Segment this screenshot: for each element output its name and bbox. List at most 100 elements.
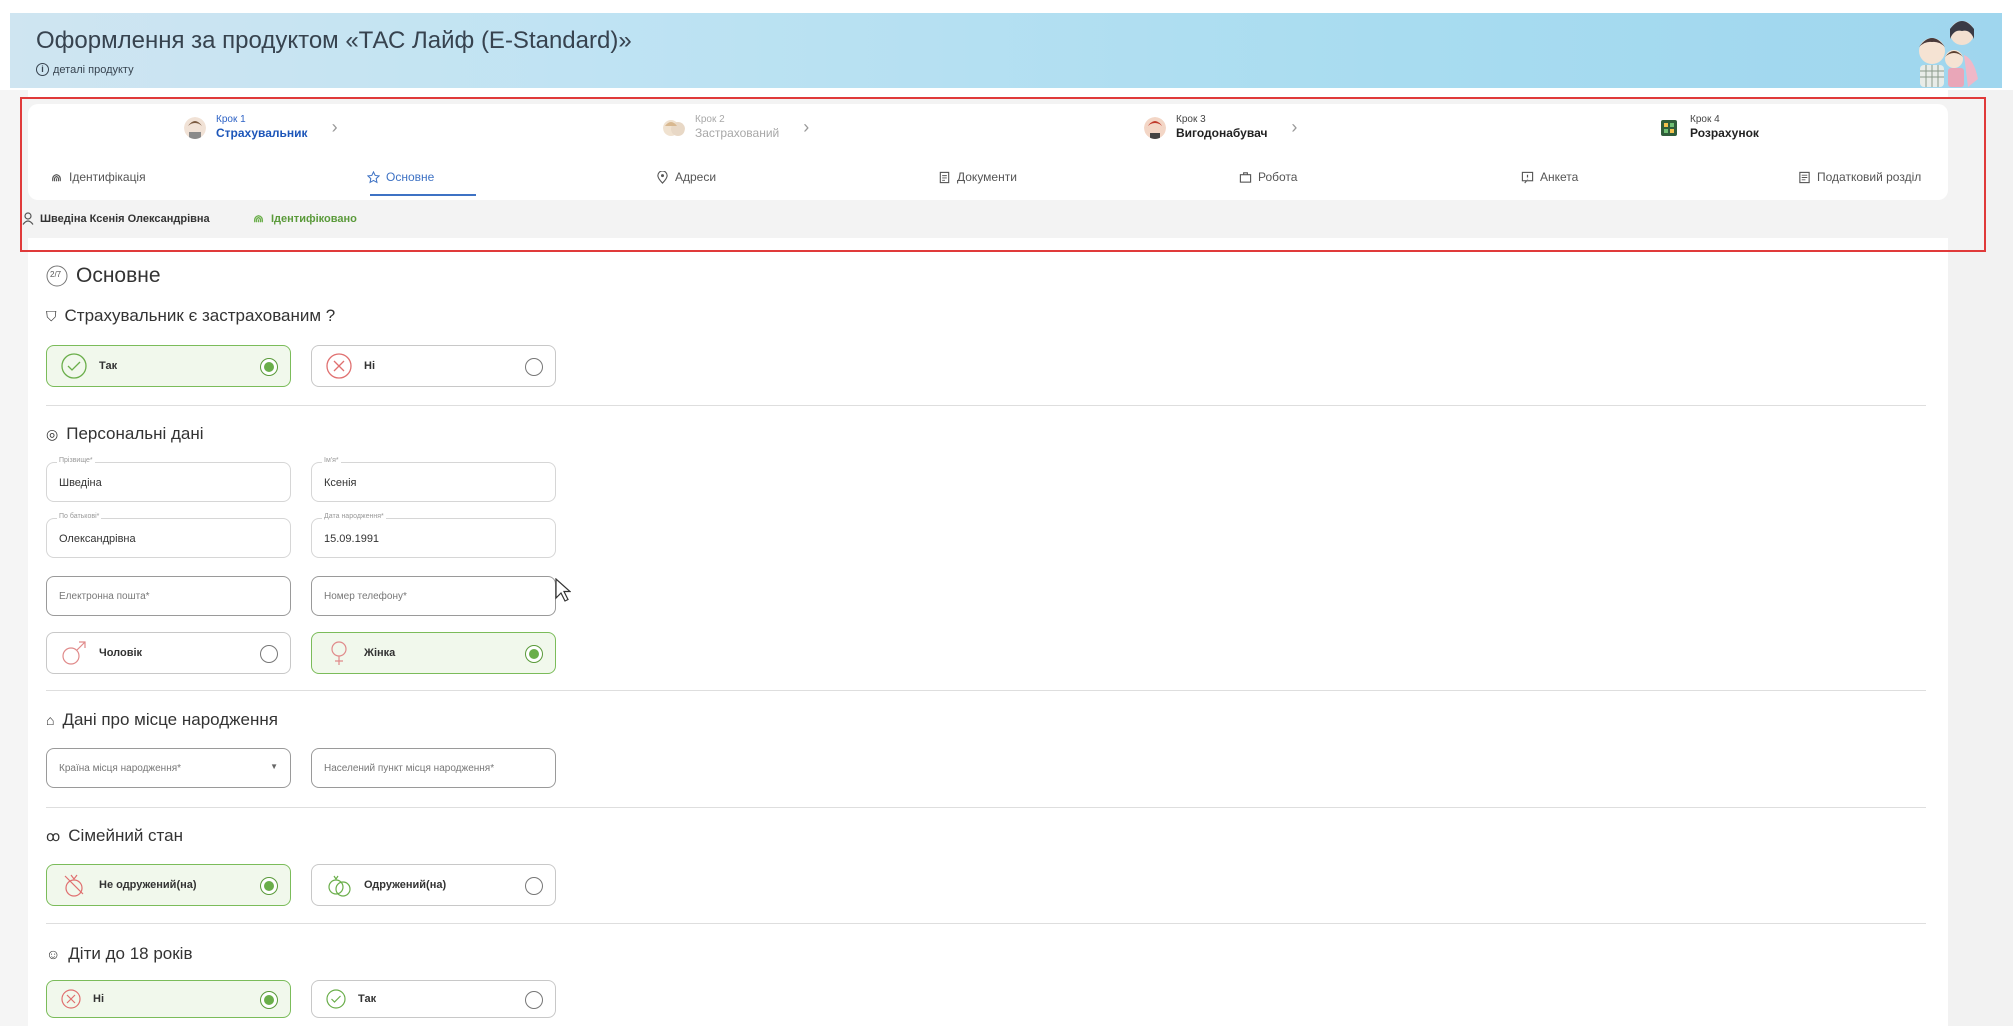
header-banner: Оформлення за продуктом «ТАС Лайф (E-Sta… bbox=[10, 13, 2002, 88]
step-4-name: Розрахунок bbox=[1690, 126, 1759, 140]
surname-field[interactable]: Прізвище* Шведіна bbox=[46, 457, 291, 502]
marital-heading: ꝏ Сімейний стан bbox=[46, 826, 183, 846]
policyholder-avatar-icon bbox=[184, 116, 206, 139]
patronymic-field[interactable]: По батькові* Олександрівна bbox=[46, 513, 291, 558]
product-details-link[interactable]: i деталі продукту bbox=[36, 63, 134, 76]
tab-documents[interactable]: Документи bbox=[938, 168, 1017, 186]
page-title: Оформлення за продуктом «ТАС Лайф (E-Sta… bbox=[36, 27, 632, 54]
email-field[interactable]: Електронна пошта* bbox=[46, 576, 291, 616]
chevron-right-icon: › bbox=[331, 117, 338, 137]
tab-questionnaire[interactable]: Анкета bbox=[1521, 168, 1578, 186]
birth-city-placeholder: Населений пункт місця народження* bbox=[324, 763, 495, 774]
marital-title: Сімейний стан bbox=[68, 826, 183, 845]
children-heading: ☺ Діти до 18 років bbox=[46, 944, 192, 964]
identification-status: Ідентифіковано bbox=[271, 212, 357, 225]
male-symbol-icon bbox=[61, 640, 87, 666]
birth-city-field[interactable]: Населений пункт місця народження* bbox=[311, 748, 556, 788]
children-title: Діти до 18 років bbox=[68, 944, 193, 963]
step-counter: 2/7 bbox=[50, 270, 62, 279]
phone-field[interactable]: Номер телефону* bbox=[311, 576, 556, 616]
insured-avatar-icon bbox=[663, 119, 685, 136]
step-2[interactable]: Крок 2 Застрахований › bbox=[663, 114, 809, 141]
tab-identification[interactable]: Ідентифікація bbox=[50, 168, 146, 186]
surname-value: Шведіна bbox=[59, 477, 102, 489]
gender-male-option[interactable]: Чоловік bbox=[46, 632, 291, 674]
first-name-field[interactable]: Ім'я* Ксенія bbox=[311, 457, 556, 502]
surname-label: Прізвище* bbox=[57, 457, 95, 464]
info-icon: i bbox=[36, 63, 49, 76]
tab-tax-label: Податковий розділ bbox=[1817, 170, 1922, 184]
step-1[interactable]: Крок 1 Страхувальник › bbox=[184, 114, 338, 141]
radio-button[interactable] bbox=[525, 991, 543, 1009]
radio-button[interactable] bbox=[260, 991, 278, 1009]
patronymic-value: Олександрівна bbox=[59, 533, 136, 545]
questionnaire-icon bbox=[1521, 171, 1534, 183]
identification-status-badge: Ідентифіковано bbox=[252, 212, 357, 225]
gender-female-option[interactable]: Жінка bbox=[311, 632, 556, 674]
step-2-number: Крок 2 bbox=[695, 114, 725, 125]
step-3-number: Крок 3 bbox=[1176, 114, 1206, 125]
tab-tax[interactable]: Податковий розділ bbox=[1798, 168, 1921, 186]
gender-female-label: Жінка bbox=[364, 647, 396, 659]
ring-crossed-icon bbox=[61, 872, 87, 898]
radio-button[interactable] bbox=[260, 877, 278, 895]
children-no-option[interactable]: Ні bbox=[46, 980, 291, 1018]
step-2-name: Застрахований bbox=[695, 126, 780, 140]
child-face-icon: ☺ bbox=[46, 946, 61, 962]
tab-main[interactable]: Основне bbox=[367, 168, 434, 186]
insured-no-option[interactable]: Ні bbox=[311, 345, 556, 387]
radio-button[interactable] bbox=[525, 645, 543, 663]
tab-identification-label: Ідентифікація bbox=[69, 170, 146, 184]
step-4-number: Крок 4 bbox=[1690, 114, 1720, 125]
stepper: Крок 1 Страхувальник › Крок 2 Застрахова… bbox=[28, 104, 1948, 154]
calculation-icon bbox=[1661, 119, 1677, 136]
radio-button[interactable] bbox=[260, 645, 278, 663]
married-option[interactable]: Одружений(на) bbox=[311, 864, 556, 906]
divider bbox=[46, 923, 1926, 924]
active-tab-indicator bbox=[370, 194, 476, 196]
step-1-name: Страхувальник bbox=[216, 126, 308, 140]
birth-country-select[interactable]: Країна місця народження* ▼ bbox=[46, 748, 291, 788]
radio-button[interactable] bbox=[260, 358, 278, 376]
children-no-label: Ні bbox=[93, 993, 104, 1005]
tab-work[interactable]: Робота bbox=[1239, 168, 1297, 186]
married-label: Одружений(на) bbox=[364, 879, 447, 891]
tab-work-label: Робота bbox=[1258, 170, 1298, 184]
document-icon bbox=[939, 171, 950, 183]
divider bbox=[46, 405, 1926, 406]
birth-date-field[interactable]: Дата народження* 15.09.1991 bbox=[311, 513, 556, 558]
divider bbox=[46, 807, 1926, 808]
step-4[interactable]: Крок 4 Розрахунок bbox=[1658, 114, 1759, 141]
family-icon: ꝏ bbox=[46, 827, 61, 844]
radio-button[interactable] bbox=[525, 877, 543, 895]
tab-documents-label: Документи bbox=[957, 170, 1017, 184]
insured-yes-option[interactable]: Так bbox=[46, 345, 291, 387]
personal-data-icon: ◎ bbox=[46, 425, 59, 442]
female-symbol-icon bbox=[326, 640, 352, 666]
step-1-number: Крок 1 bbox=[216, 114, 246, 125]
fingerprint-icon bbox=[52, 173, 61, 181]
tax-icon bbox=[1799, 171, 1810, 183]
birthplace-title: Дані про місце народження bbox=[62, 710, 278, 729]
radio-button[interactable] bbox=[525, 358, 543, 376]
patronymic-label: По батькові* bbox=[57, 513, 102, 520]
tab-addresses-label: Адреси bbox=[675, 170, 717, 184]
tab-questionnaire-label: Анкета bbox=[1540, 170, 1579, 184]
not-married-option[interactable]: Не одружений(на) bbox=[46, 864, 291, 906]
user-icon bbox=[22, 212, 34, 225]
page: Оформлення за продуктом «ТАС Лайф (E-Sta… bbox=[0, 0, 2013, 1026]
divider bbox=[46, 690, 1926, 691]
insured-question-heading: ⛉ Страхувальник є застрахованим ? bbox=[46, 306, 335, 326]
tab-main-label: Основне bbox=[386, 170, 435, 184]
tab-addresses[interactable]: Адреси bbox=[656, 168, 716, 186]
children-yes-option[interactable]: Так bbox=[311, 980, 556, 1018]
birthplace-heading: ⌂ Дані про місце народження bbox=[46, 710, 278, 730]
briefcase-icon bbox=[1239, 171, 1252, 183]
step-3[interactable]: Крок 3 Вигодонабувач › bbox=[1144, 114, 1297, 141]
not-married-label: Не одружений(на) bbox=[99, 879, 197, 891]
person-name: Шведіна Ксенія Олександрівна bbox=[40, 212, 210, 225]
fingerprint-icon bbox=[253, 215, 264, 223]
insured-question-title: Страхувальник є застрахованим ? bbox=[64, 306, 336, 325]
product-details-label: деталі продукту bbox=[53, 63, 134, 76]
personal-data-title: Персональні дані bbox=[66, 424, 204, 443]
